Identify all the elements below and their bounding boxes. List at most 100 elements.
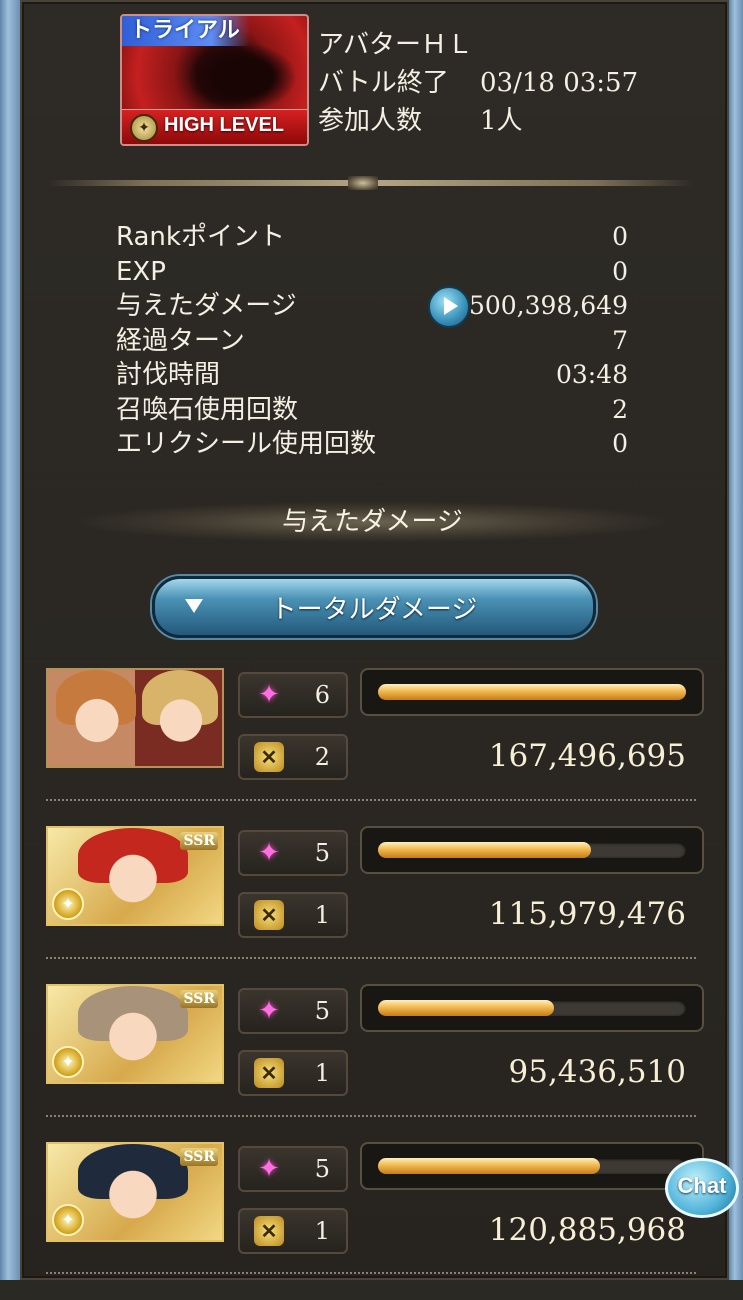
character-portrait: SSR ✦ [46,984,224,1084]
level-text: HIGH LEVEL [164,114,285,136]
bar-fill [378,842,591,858]
skill-number: 2 [314,743,330,771]
light-element-icon: ✦ [52,1046,84,1078]
section-title: 与えたダメージ [80,502,665,542]
row-separator [46,799,696,801]
stat-value: 0 [612,256,628,286]
character-portrait [46,668,224,768]
row-separator [46,1272,696,1274]
stat-row: 経過ターン 7 [116,324,628,359]
battle-end-value: 03/18 03:57 [480,68,639,98]
chat-button[interactable]: Chat [665,1158,739,1218]
face-art [148,680,214,766]
stat-value: 0 [612,222,628,251]
damage-bar [360,984,704,1032]
sparkle-icon: ✦ [258,838,280,868]
damage-value: 167,496,695 [488,738,686,774]
stat-row: 討伐時間 03:48 [116,358,628,393]
stat-row: EXP 0 [116,255,628,290]
stat-label: EXP [116,256,166,287]
skill-count: ✕ 1 [238,1050,348,1096]
ornament-divider [48,176,693,190]
skill-count: ✕ 1 [238,1208,348,1254]
face-art [88,838,178,924]
stat-value: 0 [612,429,628,458]
stat-label: 経過ターン [116,325,245,356]
level-bar: ✦ HIGH LEVEL [122,109,307,144]
ougi-count: ✦ 5 [238,830,348,876]
stat-value: 7 [612,325,628,355]
ougi-count: ✦ 5 [238,1146,348,1192]
character-portrait: SSR ✦ [46,1142,224,1242]
damage-bar [360,1142,704,1190]
dropdown-label: トータルダメージ [270,595,478,625]
participants-value: 1人 [480,106,523,136]
stat-value: 500,398,649 [468,291,628,320]
play-icon[interactable] [428,286,470,328]
damage-bar [360,826,704,874]
left-frame [0,0,20,1280]
bar-track [378,1158,686,1174]
light-element-icon: ✦ [52,1204,84,1236]
battle-stats: Rankポイント 0 EXP 0 与えたダメージ 500,398,649 経過ターン 7… [116,220,628,462]
stat-label: エリクシール使用回数 [116,429,377,459]
level-icon: ✦ [130,114,158,142]
stat-row: 与えたダメージ 500,398,649 [116,286,628,328]
stat-row: Rankポイント 0 [116,220,628,255]
bar-track [378,1000,686,1016]
party-member-row[interactable]: ✦ 6 ✕ 2 167,496,695 [46,668,706,826]
stat-label: 討伐時間 [116,360,221,390]
damage-type-dropdown[interactable]: トータルダメージ [152,576,596,638]
damage-bar [360,668,704,716]
stat-row: エリクシール使用回数 0 [116,427,628,462]
skill-number: 1 [314,1217,330,1245]
quest-banner: トライアル ✦ HIGH LEVEL [120,14,309,146]
participants-label: 参加人数 [318,106,423,136]
ougi-count: ✦ 6 [238,672,348,718]
trial-tag: トライアル [122,16,250,46]
bar-track [378,684,686,700]
swords-icon: ✕ [254,1058,284,1088]
sparkle-icon: ✦ [258,680,280,710]
quest-name: アバターＨＬ [318,30,473,60]
ssr-badge: SSR [180,1148,218,1166]
swords-icon: ✕ [254,1216,284,1246]
row-separator [46,1115,696,1117]
skill-count: ✕ 1 [238,892,348,938]
ssr-badge: SSR [180,990,218,1008]
damage-value: 115,979,476 [488,896,686,932]
ougi-count: ✦ 5 [238,988,348,1034]
party-member-row[interactable]: SSR ✦ ✦ 5 ✕ 1 95,436,510 [46,984,706,1142]
stat-row: 召喚石使用回数 2 [116,393,628,428]
battle-end-label: バトル終了 [318,68,449,98]
face-art [88,996,178,1082]
damage-value: 120,885,968 [488,1212,686,1248]
ougi-number: 5 [314,1155,330,1183]
bar-fill [378,1000,554,1016]
party-member-row[interactable]: SSR ✦ ✦ 5 ✕ 1 120,885,968 [46,1142,706,1300]
face-art [62,680,132,766]
party-member-row[interactable]: SSR ✦ ✦ 5 ✕ 1 115,979,476 [46,826,706,984]
right-frame [729,0,743,1280]
light-element-icon: ✦ [52,888,84,920]
ougi-number: 5 [314,997,330,1025]
swords-icon: ✕ [254,900,284,930]
skill-number: 1 [314,901,330,929]
sparkle-icon: ✦ [258,996,280,1026]
sparkle-icon: ✦ [258,1154,280,1184]
ssr-badge: SSR [180,832,218,850]
bar-fill [378,1158,600,1174]
ougi-number: 6 [314,681,330,709]
row-separator [46,957,696,959]
boss-art [187,42,297,112]
character-portrait: SSR ✦ [46,826,224,926]
skill-number: 1 [314,1059,330,1087]
stat-label: Rankポイント [116,222,285,252]
swords-icon: ✕ [254,742,284,772]
bar-fill [378,684,686,700]
bar-track [378,842,686,858]
damage-value: 95,436,510 [508,1054,687,1090]
face-art [88,1154,178,1240]
ougi-number: 5 [314,839,330,867]
stat-value: 2 [612,394,628,424]
